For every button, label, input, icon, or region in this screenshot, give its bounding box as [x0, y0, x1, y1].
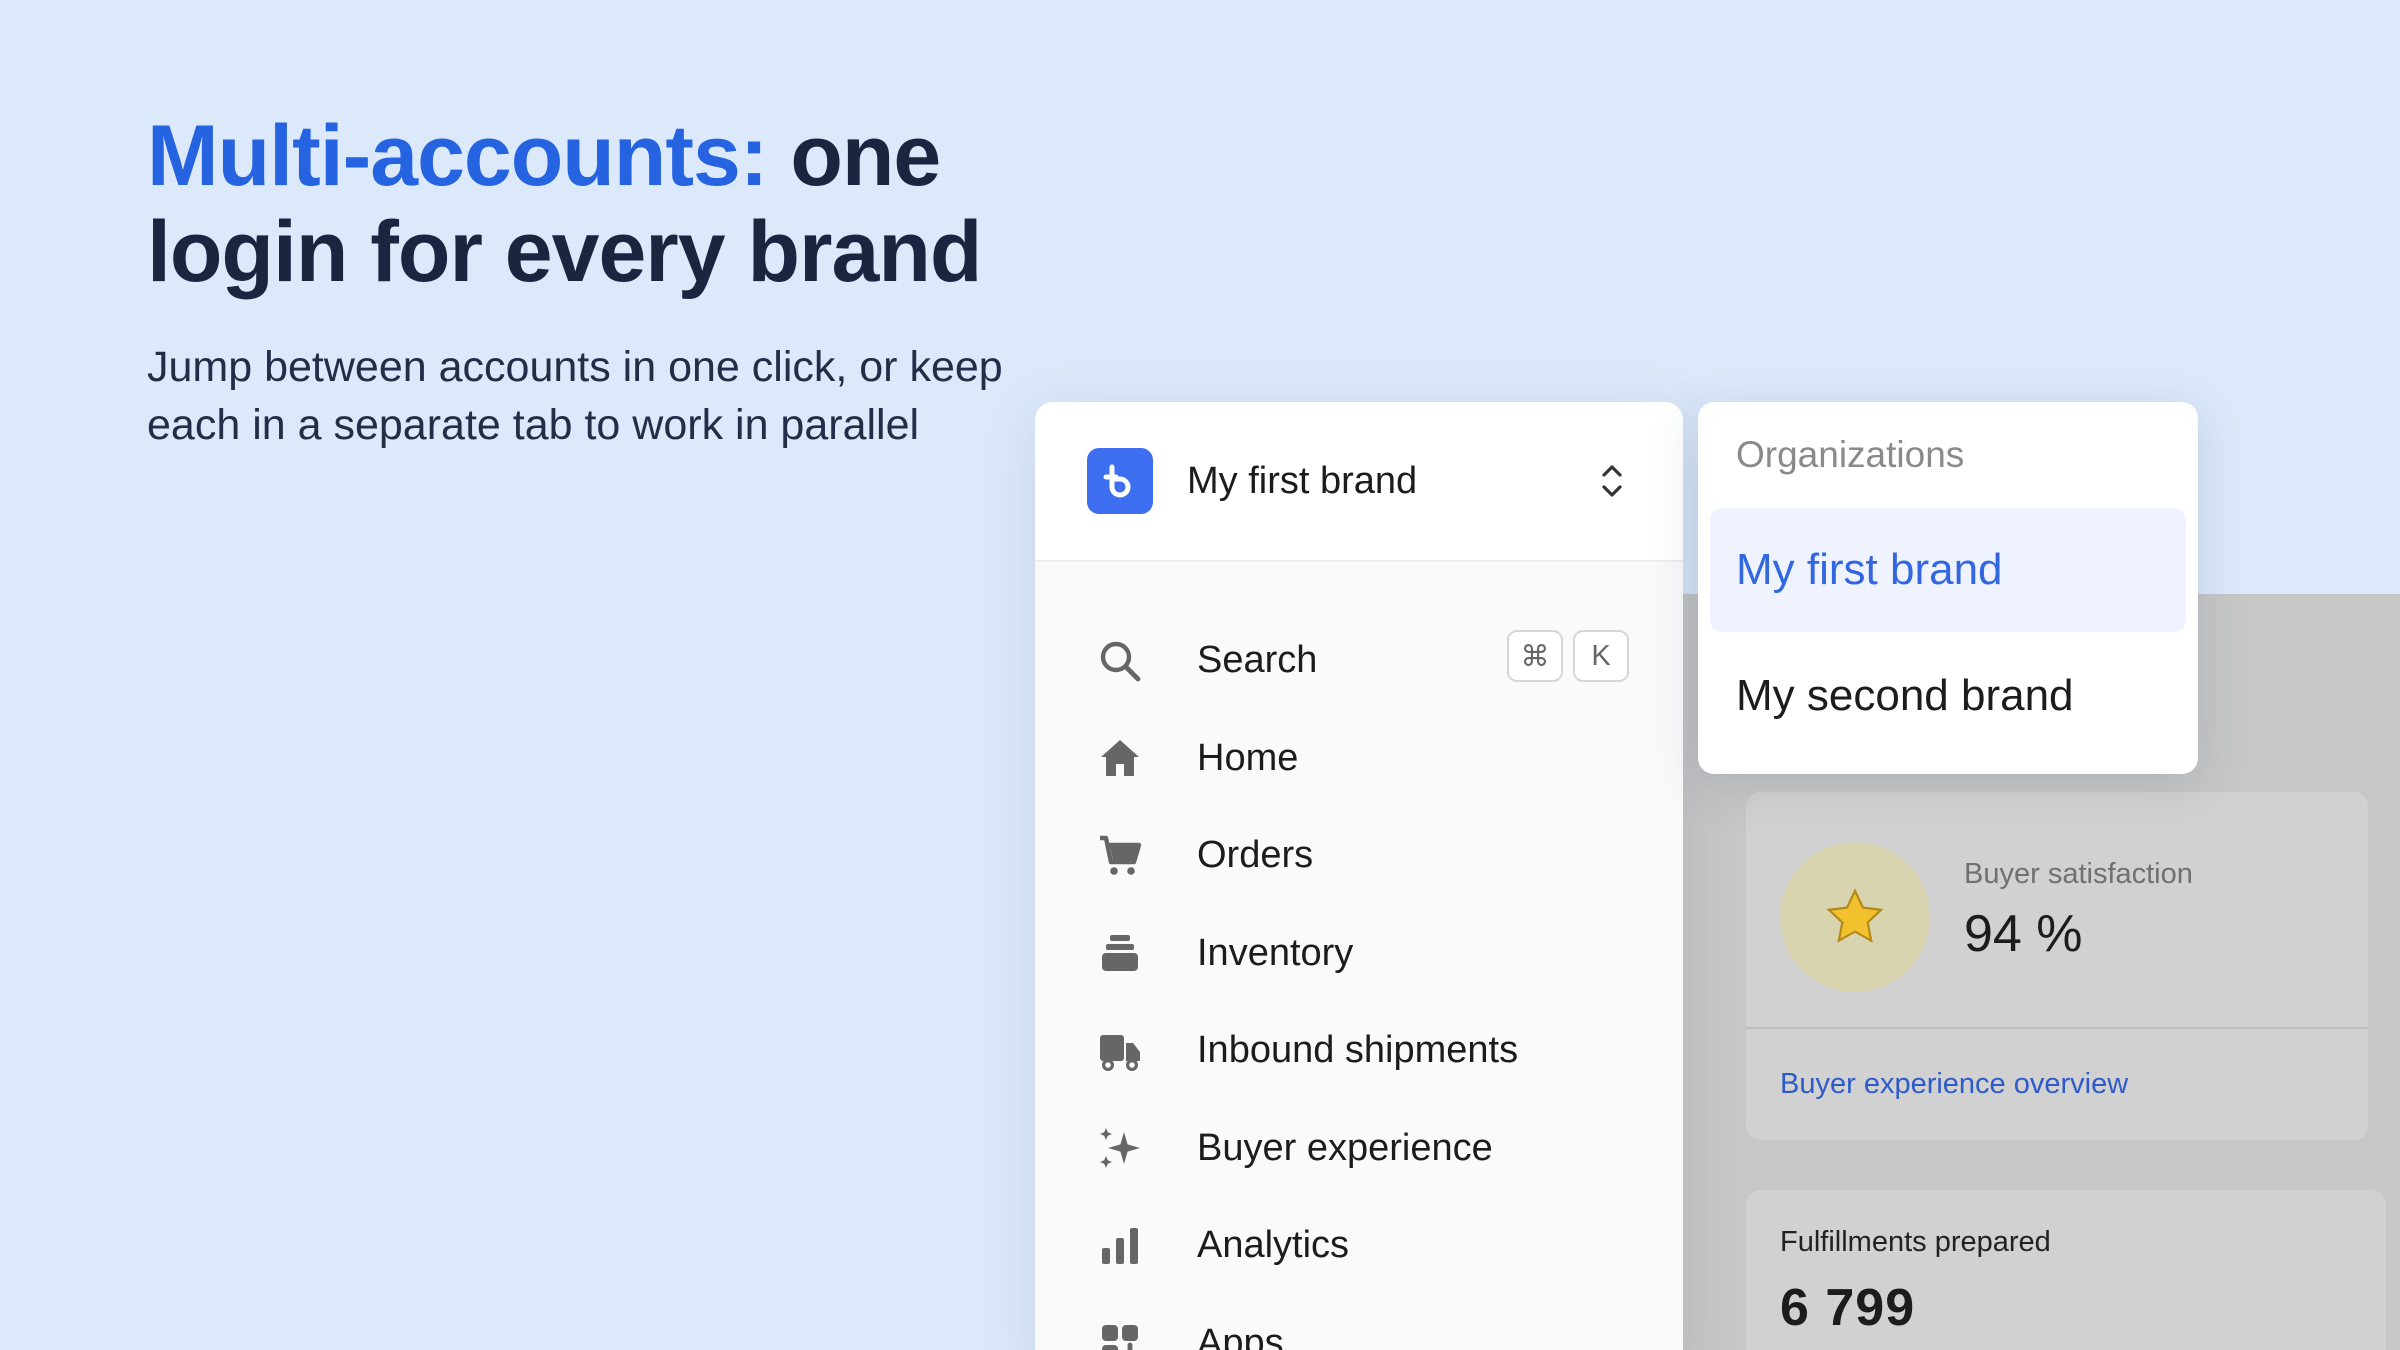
- brand-logo-icon: [1087, 448, 1153, 514]
- sidebar-item-analytics[interactable]: Analytics: [1035, 1197, 1683, 1295]
- current-brand-name: My first brand: [1187, 459, 1418, 502]
- search-icon: [1095, 636, 1145, 686]
- truck-icon: [1095, 1026, 1145, 1076]
- organizations-title: Organizations: [1736, 434, 1965, 475]
- sidebar-item-label: Buyer experience: [1197, 1126, 1493, 1169]
- sidebar-item-label: Search: [1197, 639, 1318, 682]
- k-key: K: [1573, 630, 1629, 682]
- search-shortcut: ⌘ K: [1507, 630, 1629, 682]
- bar-chart-icon: [1095, 1221, 1145, 1271]
- cart-icon: [1095, 831, 1145, 881]
- headline-rest: one: [767, 108, 941, 204]
- subtext: Jump between accounts in one click, or k…: [147, 343, 1003, 449]
- sidebar-item-inbound-shipments[interactable]: Inbound shipments: [1035, 1002, 1683, 1100]
- sidebar-item-inventory[interactable]: Inventory: [1035, 905, 1683, 1003]
- star-icon: [1780, 842, 1930, 992]
- sidebar-item-label: Orders: [1197, 834, 1314, 877]
- sidebar-item-orders[interactable]: Orders: [1035, 807, 1683, 905]
- sidebar-item-label: Analytics: [1197, 1224, 1350, 1267]
- org-option-my-first-brand[interactable]: My first brand: [1710, 508, 2186, 632]
- inventory-icon: [1095, 928, 1145, 978]
- buyer-satisfaction-card: Buyer satisfaction 94 % Buyer experience…: [1746, 792, 2368, 1140]
- satisfaction-label: Buyer satisfaction: [1964, 858, 2193, 890]
- hero-section: Multi-accounts: one login for every bran…: [147, 108, 1007, 454]
- buyer-experience-overview-link[interactable]: Buyer experience overview: [1780, 1068, 2128, 1101]
- sidebar-item-label: Apps: [1197, 1321, 1284, 1350]
- org-option-my-second-brand[interactable]: My second brand: [1710, 634, 2186, 758]
- sidebar-item-apps[interactable]: Apps: [1035, 1295, 1683, 1350]
- sidebar: My first brand Search ⌘ K Home Orders In…: [1035, 402, 1683, 1350]
- apps-icon: [1095, 1318, 1145, 1350]
- satisfaction-value: 94 %: [1964, 905, 2083, 963]
- sidebar-item-search[interactable]: Search ⌘ K: [1035, 612, 1683, 710]
- sidebar-item-home[interactable]: Home: [1035, 710, 1683, 808]
- organizations-dropdown: Organizations My first brand My second b…: [1698, 402, 2198, 774]
- brand-switcher[interactable]: My first brand: [1035, 402, 1683, 562]
- fulfillments-value: 6 799: [1780, 1279, 1916, 1337]
- chevron-up-down-icon: [1597, 458, 1627, 509]
- sidebar-item-label: Inventory: [1197, 931, 1354, 974]
- headline-line-2: login for every brand: [147, 204, 982, 300]
- headline: Multi-accounts: one login for every bran…: [147, 108, 1007, 300]
- fulfillments-card: Fulfillments prepared 6 799: [1746, 1190, 2386, 1350]
- sparkles-icon: [1095, 1123, 1145, 1173]
- sidebar-item-buyer-experience[interactable]: Buyer experience: [1035, 1100, 1683, 1198]
- headline-accent: Multi-accounts:: [147, 108, 768, 204]
- sidebar-nav: Search ⌘ K Home Orders Inventory Inbound…: [1035, 612, 1683, 1350]
- card-divider: [1746, 1027, 2368, 1029]
- command-key: ⌘: [1507, 630, 1563, 682]
- home-icon: [1095, 733, 1145, 783]
- fulfillments-label: Fulfillments prepared: [1780, 1226, 2051, 1258]
- sidebar-item-label: Home: [1197, 736, 1299, 779]
- sidebar-item-label: Inbound shipments: [1197, 1029, 1519, 1072]
